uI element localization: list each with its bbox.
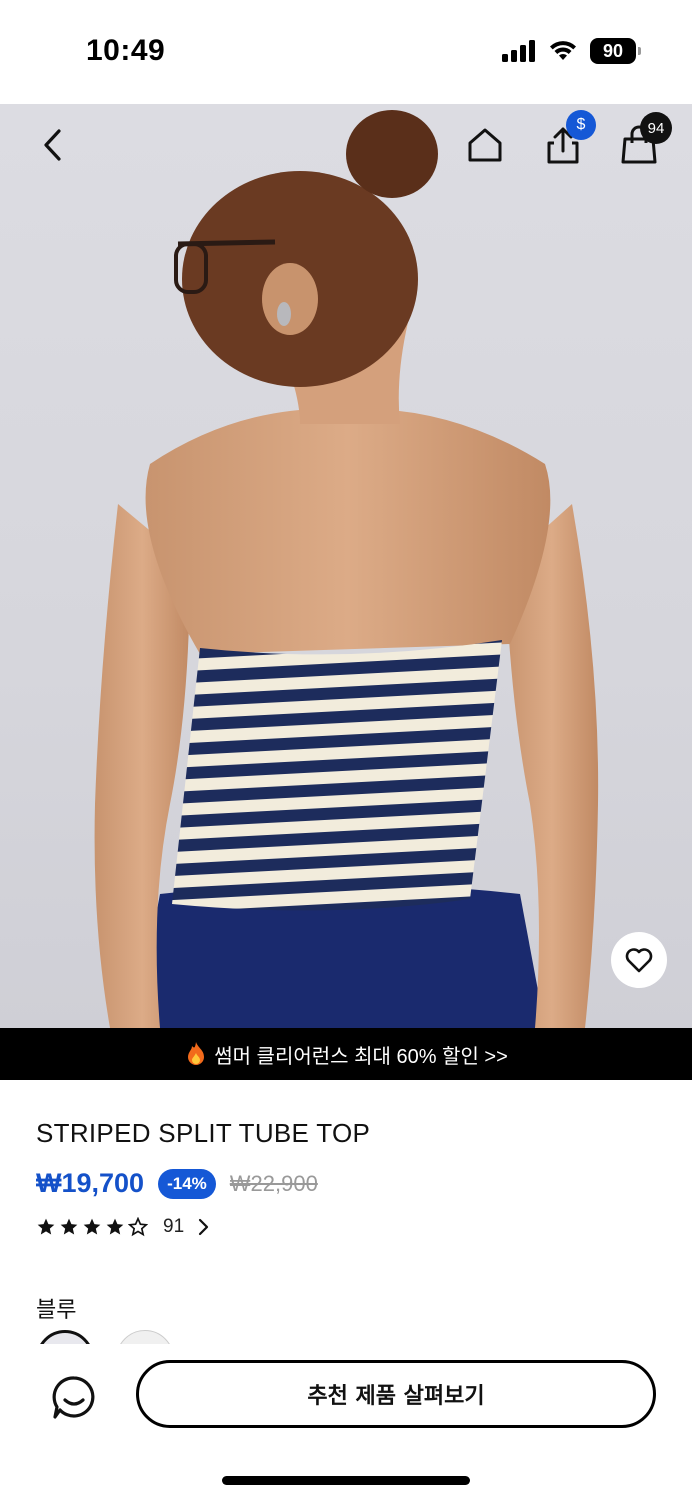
color-swatch-selected[interactable] bbox=[36, 1330, 94, 1344]
recommend-products-button[interactable]: 추천 제품 살펴보기 bbox=[136, 1360, 656, 1428]
heart-icon bbox=[625, 948, 653, 973]
home-indicator[interactable] bbox=[222, 1476, 470, 1485]
status-time: 10:49 bbox=[86, 34, 166, 67]
battery-indicator: 90 bbox=[590, 38, 641, 64]
home-button[interactable] bbox=[462, 122, 508, 168]
back-icon bbox=[44, 129, 61, 161]
chat-icon bbox=[52, 1376, 95, 1419]
cart-count-badge: 94 bbox=[640, 112, 672, 144]
star-empty-icon bbox=[128, 1217, 148, 1237]
product-photo bbox=[94, 110, 599, 1028]
original-price: ₩22,900 bbox=[229, 1170, 318, 1196]
promo-text: 썸머 클리어런스 최대 60% 할인 >> bbox=[214, 1045, 508, 1068]
back-button[interactable] bbox=[30, 122, 76, 168]
rating-row[interactable]: 91 bbox=[36, 1216, 209, 1238]
color-swatch[interactable] bbox=[116, 1330, 174, 1344]
signal-icon bbox=[502, 40, 535, 62]
promo-banner[interactable]: 썸머 클리어런스 최대 60% 할인 >> bbox=[0, 1028, 692, 1080]
wishlist-button[interactable] bbox=[611, 932, 667, 988]
color-label: 블루 bbox=[36, 1297, 77, 1322]
star-filled-icon bbox=[60, 1218, 78, 1235]
fire-icon bbox=[188, 1042, 205, 1065]
sale-price: ₩19,700 bbox=[36, 1168, 145, 1198]
home-icon bbox=[468, 128, 502, 162]
product-image-gallery[interactable]: $ 94 bbox=[0, 104, 692, 1028]
reward-badge: $ bbox=[566, 110, 596, 140]
star-filled-icon bbox=[37, 1218, 55, 1235]
wifi-icon bbox=[550, 41, 576, 60]
product-title: STRIPED SPLIT TUBE TOP bbox=[36, 1118, 371, 1148]
chat-button[interactable] bbox=[48, 1372, 100, 1424]
bottom-action-bar: 추천 제품 살펴보기 bbox=[0, 1344, 692, 1500]
price-row: ₩19,700 -14% ₩22,900 bbox=[36, 1168, 318, 1199]
status-bar: 10:49 90 bbox=[0, 0, 692, 104]
star-filled-icon bbox=[106, 1218, 124, 1235]
chevron-right-icon bbox=[199, 1218, 209, 1236]
discount-badge: -14% bbox=[158, 1168, 216, 1199]
review-count: 91 bbox=[163, 1216, 185, 1237]
color-swatches bbox=[36, 1326, 336, 1344]
star-filled-icon bbox=[83, 1218, 101, 1235]
status-icons: 90 bbox=[502, 38, 641, 64]
battery-level: 90 bbox=[602, 40, 624, 61]
